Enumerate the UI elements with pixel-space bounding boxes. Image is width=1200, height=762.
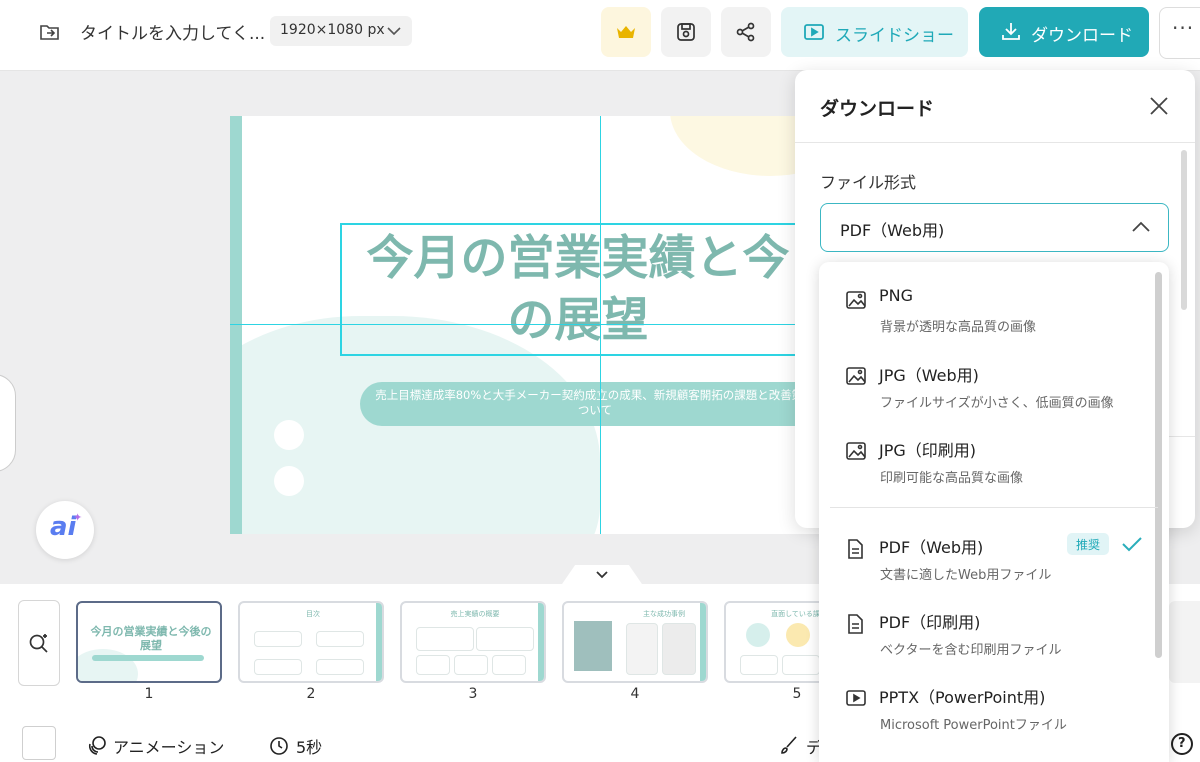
format-option-pdf-print[interactable]: PDF（印刷用) ベクターを含む印刷用ファイル (845, 609, 1145, 679)
slide-accent-bar (230, 116, 242, 534)
selected-format: PDF（Web用) (840, 221, 945, 240)
thumbnail-number: 1 (144, 686, 154, 702)
image-icon (846, 367, 866, 385)
help-icon[interactable]: ? (1171, 733, 1193, 755)
slide-thumbnail-1[interactable]: 今月の営業実績と今後の展望 (76, 601, 222, 683)
sparkle-icon: ✦ (73, 511, 83, 524)
document-title[interactable]: タイトルを入力してく... (80, 19, 265, 44)
chevron-down-icon (596, 571, 608, 579)
panel-title: ダウンロード (820, 98, 935, 120)
divider (795, 142, 1195, 143)
slide-thumbnail-4[interactable]: 主な成功事例 (562, 601, 708, 683)
crown-icon (617, 26, 635, 38)
thumbnail-number: 3 (468, 686, 478, 702)
image-icon (846, 442, 866, 460)
file-format-select[interactable]: PDF（Web用) (820, 203, 1169, 252)
collapse-filmstrip-button[interactable] (560, 565, 644, 587)
panel-scrollbar[interactable] (1181, 150, 1187, 310)
dropdown-scrollbar[interactable] (1155, 272, 1162, 658)
format-option-jpg-web[interactable]: JPG（Web用) ファイルサイズが小さく、低画質の画像 (845, 362, 1145, 432)
save-icon (677, 23, 695, 41)
select-all-checkbox[interactable] (22, 726, 56, 760)
zoom-button[interactable] (18, 600, 60, 686)
slideshow-label: スライドショー (835, 26, 954, 46)
option-description: ファイルサイズが小さく、低画質の画像 (880, 396, 1114, 411)
divider (830, 507, 1158, 508)
share-button[interactable] (721, 7, 771, 57)
chevron-down-icon (387, 27, 401, 36)
play-screen-icon (804, 24, 824, 40)
format-option-pptx[interactable]: PPTX（PowerPoint用) Microsoft PowerPointファ… (845, 684, 1145, 754)
slide-canvas[interactable]: 今月の営業実績と今 の展望 売上目標達成率80%と大手メーカー契約成立の成果、新… (230, 116, 830, 534)
option-name: PDF（印刷用) (879, 613, 981, 632)
left-panel-handle[interactable] (0, 374, 16, 472)
slide-thumbnail-2[interactable]: 目次 (238, 601, 384, 683)
file-format-label: ファイル形式 (820, 173, 917, 192)
zoom-search-icon (29, 634, 48, 653)
option-description: 文書に適したWeb用ファイル (880, 568, 1052, 583)
premium-button[interactable] (601, 7, 651, 57)
canvas-size-dropdown[interactable]: 1920×1080 px (270, 16, 412, 46)
option-name: PNG (879, 286, 914, 305)
download-label: ダウンロード (1031, 26, 1133, 46)
timer-icon (270, 737, 288, 755)
option-description: 背景が透明な高品質の画像 (880, 320, 1037, 335)
option-description: Microsoft PowerPointファイル (880, 718, 1067, 733)
option-name: JPG（Web用) (879, 366, 979, 385)
more-icon: ··· (1172, 16, 1195, 40)
option-name: PDF（Web用) (879, 538, 984, 557)
share-icon (736, 22, 755, 42)
save-button[interactable] (661, 7, 711, 57)
selection-box[interactable] (340, 223, 830, 356)
option-description: 印刷可能な高品質な画像 (880, 471, 1024, 486)
thumbnail-title: 今月の営業実績と今後の展望 (90, 625, 212, 652)
video-icon (846, 690, 866, 706)
slide-subtitle[interactable]: 売上目標達成率80%と大手メーカー契約成立の成果、新規顧客開拓の課題と改善策につ… (370, 388, 820, 418)
thumbnail-title: 主な成功事例 (643, 610, 685, 618)
document-icon (848, 614, 863, 634)
animation-button[interactable]: アニメーション (113, 734, 224, 758)
image-icon (846, 291, 866, 309)
slideshow-button[interactable]: スライドショー (781, 7, 968, 57)
chevron-up-icon (1132, 221, 1150, 232)
add-slide-area[interactable] (1169, 601, 1200, 683)
option-name: JPG（印刷用) (879, 441, 977, 460)
download-icon (1002, 23, 1020, 40)
thumbnail-number: 2 (306, 686, 316, 702)
thumbnail-number: 5 (792, 686, 802, 702)
close-icon[interactable] (1147, 94, 1171, 118)
option-description: ベクターを含む印刷用ファイル (880, 643, 1062, 658)
check-icon (1122, 537, 1142, 552)
recommended-badge: 推奨 (1067, 533, 1109, 555)
slide-thumbnail-3[interactable]: 売上実績の概要 (400, 601, 546, 683)
format-option-png[interactable]: PNG 背景が透明な高品質の画像 (845, 286, 1145, 356)
thumbnail-title: 売上実績の概要 (450, 610, 500, 618)
decor-dot (274, 466, 304, 496)
move-to-folder-icon[interactable] (38, 20, 62, 44)
brush-icon (781, 736, 797, 754)
thumbnail-number: 4 (630, 686, 640, 702)
duration-button[interactable]: 5秒 (296, 734, 322, 758)
thumbnail-photo (574, 621, 612, 671)
format-option-jpg-print[interactable]: JPG（印刷用) 印刷可能な高品質な画像 (845, 437, 1145, 507)
more-options-button[interactable]: ··· (1159, 7, 1200, 59)
canvas-size-value: 1920×1080 px (280, 22, 385, 38)
download-button[interactable]: ダウンロード (979, 7, 1149, 57)
option-name: PPTX（PowerPoint用) (879, 688, 1046, 707)
ai-assistant-button[interactable]: ai ✦ (36, 501, 94, 559)
badge-label: 推奨 (1076, 538, 1101, 552)
thumbnail-title: 目次 (306, 610, 320, 618)
animation-icon (88, 736, 106, 755)
decor-dot (274, 420, 304, 450)
document-icon (848, 539, 863, 559)
